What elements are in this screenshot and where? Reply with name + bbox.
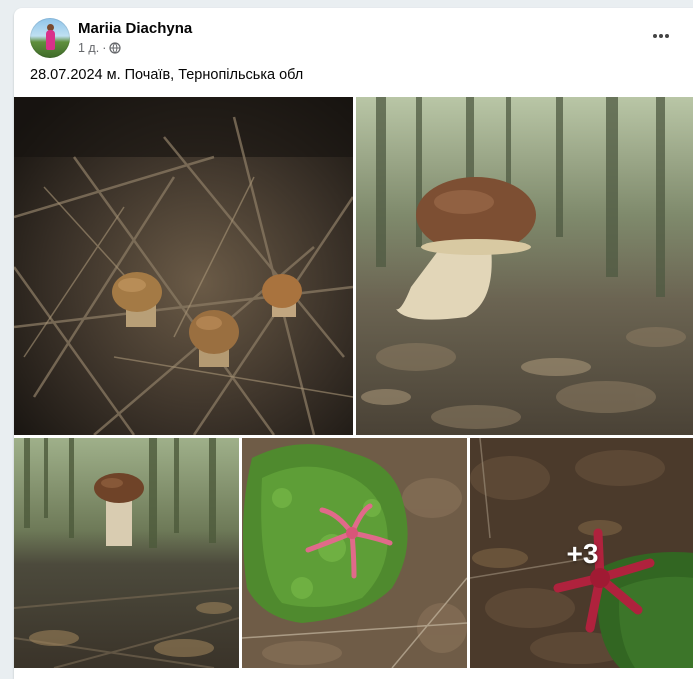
photo-large-porcini [356, 97, 693, 435]
photo-2[interactable] [356, 97, 693, 435]
photo-4[interactable] [242, 438, 467, 668]
more-photos-overlay[interactable]: +3 [470, 438, 693, 668]
more-dot [659, 34, 663, 38]
more-dot [665, 34, 669, 38]
photo-grid: +3 [14, 97, 693, 679]
meta-separator: · [102, 41, 107, 55]
author-name[interactable]: Mariia Diachyna [78, 20, 192, 37]
photo-5[interactable]: +3 [470, 438, 693, 668]
photo-1[interactable] [14, 97, 353, 435]
post-card: Mariia Diachyna 1 д. · 28.07.2024 м. Поч… [14, 8, 693, 679]
globe-icon[interactable] [109, 42, 121, 54]
post-text: 28.07.2024 м. Почаїв, Тернопільська обл [30, 67, 304, 83]
avatar[interactable] [30, 18, 70, 58]
avatar-figure [46, 30, 55, 50]
more-photos-count: +3 [566, 538, 599, 569]
photo-porcini-in-forest [14, 438, 239, 668]
photo-starfish-fungus-moss [242, 438, 467, 668]
post-meta: 1 д. · [78, 41, 121, 55]
photo-mushrooms-in-twigs [14, 97, 353, 435]
photo-3[interactable] [14, 438, 239, 668]
more-options-button[interactable] [647, 22, 675, 50]
page-background [0, 0, 14, 671]
more-horizontal-icon [653, 34, 657, 38]
post-time[interactable]: 1 д. [78, 41, 99, 55]
post-header: Mariia Diachyna 1 д. · [14, 8, 693, 68]
